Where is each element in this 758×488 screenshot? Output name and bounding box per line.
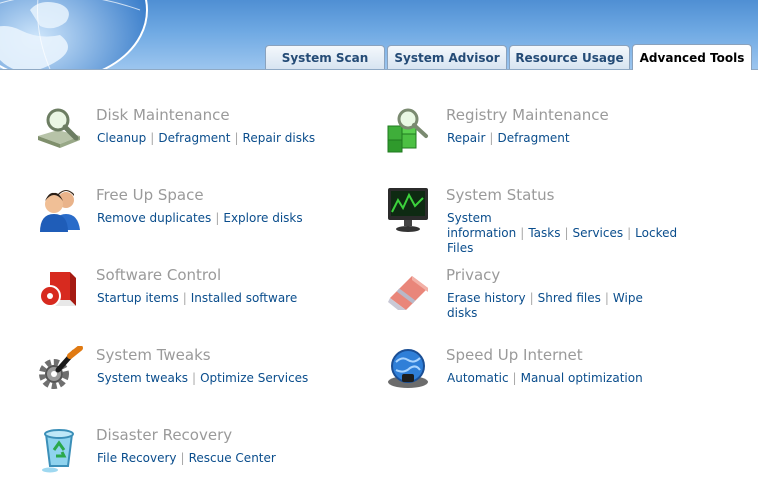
link-manual-optimization[interactable]: Manual optimization [521, 371, 643, 385]
link-separator: | [180, 451, 185, 465]
tool-links: Erase history | Shred files | Wipe disks [447, 291, 677, 321]
link-cleanup[interactable]: Cleanup [97, 131, 146, 145]
link-tasks[interactable]: Tasks [528, 226, 560, 240]
link-separator: | [489, 131, 494, 145]
link-rescue-center[interactable]: Rescue Center [189, 451, 276, 465]
tab-resource-usage[interactable]: Resource Usage [509, 45, 630, 69]
tool-title: System Tweaks [96, 346, 211, 364]
link-separator: | [234, 131, 239, 145]
tool-links: System information | Tasks | Services | Locked… [447, 211, 677, 256]
link-repair[interactable]: Repair [447, 131, 485, 145]
tool-title: Registry Maintenance [446, 106, 609, 124]
link-optimize-services[interactable]: Optimize Services [200, 371, 308, 385]
link-services[interactable]: Services [573, 226, 624, 240]
tool-title: System Status [446, 186, 555, 204]
globe-network-icon [388, 349, 428, 388]
tool-links: Remove duplicates | Explore disks [97, 211, 327, 226]
tool-title: Software Control [96, 266, 222, 284]
link-separator: | [564, 226, 569, 240]
link-separator: | [520, 226, 525, 240]
gear-screwdriver-icon [39, 346, 83, 389]
link-separator: | [529, 291, 534, 305]
link-defragment[interactable]: Defragment [497, 131, 569, 145]
link-separator: | [192, 371, 197, 385]
disk-magnifier-icon [38, 108, 80, 148]
tool-links: File Recovery | Rescue Center [97, 451, 327, 466]
tools-panel: Disk Maintenance Cleanup | Defragment | Repa… [0, 70, 758, 488]
registry-cubes-icon [387, 108, 428, 153]
tool-title: Free Up Space [96, 186, 204, 204]
tool-title: Privacy [446, 266, 501, 284]
tool-links: Startup items | Installed software [97, 291, 327, 306]
tool-links: System tweaks | Optimize Services [97, 371, 327, 386]
tool-links: Repair | Defragment [447, 131, 677, 146]
link-remove-duplicates[interactable]: Remove duplicates [97, 211, 211, 225]
link-separator: | [150, 131, 155, 145]
link-system-tweaks[interactable]: System tweaks [97, 371, 188, 385]
tab-system-scan[interactable]: System Scan [265, 45, 385, 69]
recycle-bin-icon [42, 429, 74, 473]
link-repair-disks[interactable]: Repair disks [243, 131, 316, 145]
tool-title: Disk Maintenance [96, 106, 230, 124]
tool-title: Disaster Recovery [96, 426, 233, 444]
link-separator: | [182, 291, 187, 305]
link-separator: | [215, 211, 220, 225]
link-explore-disks[interactable]: Explore disks [223, 211, 302, 225]
eraser-icon [388, 276, 428, 310]
tool-links: Automatic | Manual optimization [447, 371, 677, 386]
link-separator: | [512, 371, 517, 385]
link-defragment[interactable]: Defragment [158, 131, 230, 145]
users-icon [40, 190, 80, 232]
link-system-information[interactable]: System information [447, 211, 516, 240]
monitor-chart-icon [388, 188, 428, 232]
link-file-recovery[interactable]: File Recovery [97, 451, 177, 465]
globe-logo-icon [0, 0, 148, 70]
tool-links: Cleanup | Defragment | Repair disks [97, 131, 327, 146]
software-box-icon [39, 272, 76, 307]
link-installed-software[interactable]: Installed software [191, 291, 297, 305]
tab-system-advisor[interactable]: System Advisor [387, 45, 507, 69]
link-separator: | [604, 291, 609, 305]
link-startup-items[interactable]: Startup items [97, 291, 179, 305]
link-shred-files[interactable]: Shred files [538, 291, 601, 305]
tab-advanced-tools[interactable]: Advanced Tools [632, 44, 752, 70]
tool-title: Speed Up Internet [446, 346, 583, 364]
link-automatic[interactable]: Automatic [447, 371, 509, 385]
link-erase-history[interactable]: Erase history [447, 291, 526, 305]
link-separator: | [627, 226, 632, 240]
